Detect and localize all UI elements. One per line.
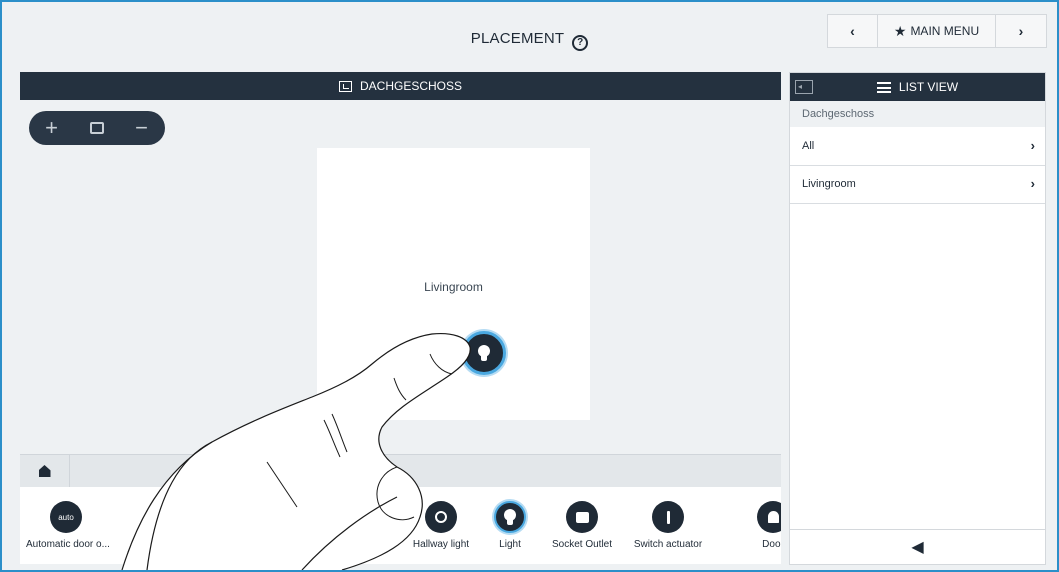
tray-item-hallway-light[interactable]: Hallway light — [408, 501, 474, 550]
list-section-header: Dachgeschoss — [790, 101, 1045, 127]
placed-light-device[interactable] — [462, 331, 506, 375]
device-tray: auto Automatic door o... Hallway light L… — [20, 487, 781, 564]
chevron-right-icon: › — [1030, 138, 1035, 153]
page-title-text: PLACEMENT — [470, 30, 565, 47]
tray-item-automatic-door[interactable]: auto Automatic door o... — [26, 501, 110, 550]
room-livingroom[interactable]: Livingroom — [317, 148, 590, 420]
chevron-right-icon: › — [1030, 176, 1035, 191]
zoom-controls: + − — [29, 111, 165, 145]
fit-screen-icon — [89, 122, 104, 134]
home-button[interactable] — [20, 455, 70, 487]
tray-item-door[interactable]: Door — [753, 501, 781, 550]
previous-button[interactable]: ‹ — [828, 15, 878, 47]
tray-item-label: Socket Outlet — [551, 539, 613, 550]
floorplan-title-bar: DACHGESCHOSS — [20, 72, 781, 100]
list-item-all[interactable]: All › — [790, 128, 1045, 166]
header: PLACEMENT? ‹ ★ MAIN MENU › — [2, 2, 1057, 64]
device-selector-bar: device ▼ — [20, 454, 781, 487]
tray-item-label: Hallway light — [412, 539, 470, 550]
auto-glyph: auto — [58, 512, 74, 522]
auto-door-icon: auto — [50, 501, 82, 533]
list-icon — [876, 81, 891, 93]
nav-group: ‹ ★ MAIN MENU › — [827, 14, 1047, 48]
zoom-in-button[interactable]: + — [29, 111, 74, 145]
chevron-down-icon: ▼ — [380, 467, 390, 477]
device-dropdown[interactable]: device ▼ — [340, 464, 390, 478]
socket-outlet-icon — [566, 501, 598, 533]
back-arrow-icon[interactable]: ◀ — [911, 537, 923, 557]
hallway-light-icon — [425, 501, 457, 533]
tray-item-socket-outlet[interactable]: Socket Outlet — [547, 501, 617, 550]
floorplan-icon — [338, 80, 352, 92]
list-item-label: Livingroom — [802, 178, 856, 190]
tray-item-label: Light — [499, 539, 521, 550]
tray-item-light[interactable]: Light — [490, 501, 530, 550]
list-item-label: All — [802, 140, 815, 152]
tray-item-label: Automatic door o... — [26, 539, 110, 550]
main-menu-label: MAIN MENU — [910, 24, 980, 38]
tray-item-label: Door — [762, 539, 781, 550]
list-item-livingroom[interactable]: Livingroom › — [790, 166, 1045, 204]
list-view-title: LIST VIEW — [898, 80, 959, 94]
room-label: Livingroom — [424, 280, 483, 294]
app-window: PLACEMENT? ‹ ★ MAIN MENU › DACHGESCHOSS +… — [0, 0, 1059, 572]
help-icon[interactable]: ? — [572, 35, 589, 51]
switch-actuator-icon — [652, 501, 684, 533]
list-view-panel: ◂ LIST VIEW Dachgeschoss All › Livingroo… — [789, 72, 1046, 565]
floor-name: DACHGESCHOSS — [359, 79, 463, 93]
collapse-panel-icon[interactable]: ◂ — [795, 80, 813, 94]
light-bulb-icon — [478, 345, 490, 361]
tray-item-switch-actuator[interactable]: Switch actuator — [628, 501, 708, 550]
door-bell-icon — [757, 501, 781, 533]
device-dropdown-label: device — [340, 464, 375, 478]
star-icon: ★ — [893, 22, 907, 39]
home-icon — [38, 465, 51, 477]
next-button[interactable]: › — [996, 15, 1046, 47]
list-view-title-bar: ◂ LIST VIEW — [790, 73, 1045, 101]
tray-item-label: Switch actuator — [633, 539, 703, 550]
zoom-out-button[interactable]: − — [119, 111, 164, 145]
main-menu-button[interactable]: ★ MAIN MENU — [878, 15, 996, 47]
list-footer: ◀ — [790, 529, 1045, 564]
fit-to-screen-button[interactable] — [74, 111, 119, 145]
light-bulb-icon — [494, 501, 526, 533]
